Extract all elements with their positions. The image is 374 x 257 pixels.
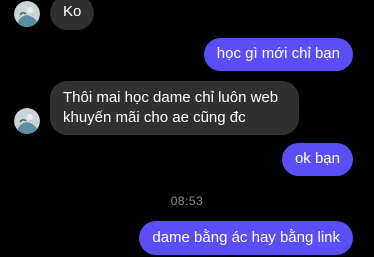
chat-thread: Ko học gì mới chỉ bạn Thôi mai học dame …	[0, 0, 374, 257]
contact-avatar[interactable]	[14, 108, 40, 134]
message-bubble-incoming[interactable]: Thôi mai học dame chỉ luôn web khuyến mã…	[50, 81, 299, 135]
message-text: học gì mới chỉ bạn	[216, 45, 340, 62]
message-text: dame bằng ác hay bằng link	[152, 229, 340, 246]
avatar-photo-icon	[14, 108, 40, 134]
contact-avatar[interactable]	[14, 1, 40, 27]
message-bubble-outgoing[interactable]: dame bằng ác hay bằng link	[139, 221, 353, 255]
message-text-line: khuyến mãi cho ae cũng đc	[63, 109, 246, 126]
message-text-line: Thôi mai học dame chỉ luôn web	[63, 89, 279, 106]
message-text: ok bạn	[294, 150, 340, 167]
message-bubble-outgoing[interactable]: ok bạn	[281, 143, 353, 176]
message-text: Ko	[63, 3, 82, 20]
message-bubble-outgoing[interactable]: học gì mới chỉ bạn	[203, 38, 353, 71]
message-bubble-incoming[interactable]: Ko	[50, 0, 95, 30]
avatar-photo-icon	[14, 1, 40, 27]
message-timestamp: 08:53	[170, 194, 204, 208]
